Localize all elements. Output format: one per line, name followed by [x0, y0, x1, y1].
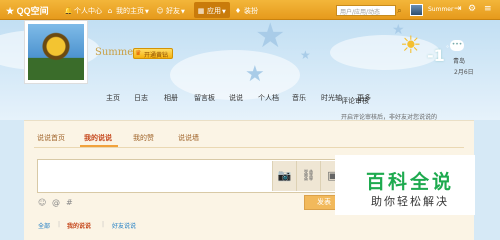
top-bar: ★ QQ空间 🔔个人中心 ⌂ 我的主页▼ ☺ 好友▼ ▦ 应用▼ ♦ 装扮 用户/应用/… — [0, 0, 500, 20]
friends-icon: ☺ — [156, 7, 164, 15]
nav-apps[interactable]: ▦ 应用▼ — [194, 2, 230, 18]
dressup-icon: ♦ — [234, 7, 242, 15]
nav-timeline[interactable]: 时光轴 — [321, 93, 342, 103]
menu-icon[interactable]: ≡ — [484, 4, 492, 14]
exit-icon[interactable]: ⇥ — [454, 4, 462, 14]
watermark-subtitle: 助你轻松解决 — [371, 195, 449, 208]
star-decoration: ★ — [255, 20, 286, 56]
nav-blog[interactable]: 日志 — [134, 93, 148, 103]
vip-button[interactable]: ♛ 开通黄钻 — [133, 48, 174, 59]
filter-friends[interactable]: 好友说说 — [112, 221, 136, 230]
comment-review-heading: 评论审核 — [341, 97, 369, 105]
nav-message-board[interactable]: 留言板 — [194, 93, 215, 103]
weather-city: 青岛 — [453, 58, 466, 65]
nav-my-home[interactable]: ⌂ 我的主页▼ — [106, 6, 149, 16]
top-username[interactable]: Summer — [428, 6, 453, 13]
camera-icon[interactable]: 📷 — [272, 161, 296, 191]
nav-dressup[interactable]: ♦ 装扮 — [234, 6, 258, 16]
nav-home[interactable]: 主页 — [106, 93, 120, 103]
tab-shuoshuo-home[interactable]: 说说首页 — [37, 133, 65, 143]
filter-mine[interactable]: 我的说说 — [67, 221, 91, 230]
apps-icon: ▦ — [197, 7, 205, 15]
profile-photo — [28, 24, 84, 80]
comment-review-text: 开启评论审核后，非好友对您说说的 — [341, 114, 438, 121]
weather-date: 2月6日 — [454, 69, 474, 76]
crown-icon: ♛ — [135, 49, 142, 57]
tab-shuoshuo-wall[interactable]: 说说墙 — [178, 133, 199, 143]
weather-temp: -1 — [427, 46, 445, 65]
watermark-title: 百科全说 — [366, 171, 455, 193]
nav-friends[interactable]: ☺ 好友▼ — [156, 6, 185, 16]
profile-username[interactable]: Summer — [95, 47, 138, 58]
settings-icon[interactable]: ⚙ — [468, 4, 476, 14]
avatar[interactable] — [410, 4, 423, 16]
mention-icon[interactable]: @ — [52, 198, 60, 207]
link-icon[interactable]: ⛓ — [296, 161, 320, 191]
nav-music[interactable]: 音乐 — [292, 93, 306, 103]
bell-icon: 🔔 — [64, 7, 73, 15]
chat-bubble-icon[interactable]: ••• — [450, 40, 464, 51]
home-icon: ⌂ — [107, 7, 113, 15]
emoji-icon[interactable]: ☺ — [38, 198, 46, 207]
nav-personal-center[interactable]: 🔔个人中心 — [64, 6, 102, 16]
nav-album[interactable]: 相册 — [164, 93, 178, 103]
tab-my-likes[interactable]: 我的赞 — [133, 133, 154, 143]
nav-profile[interactable]: 个人档 — [258, 93, 279, 103]
qzone-logo[interactable]: ★ QQ空间 — [6, 4, 49, 17]
search-input[interactable]: 用户/应用/动态 — [336, 5, 396, 16]
divider — [34, 147, 464, 148]
chevron-down-icon: ▼ — [181, 9, 185, 15]
tab-my-shuoshuo[interactable]: 我的说说 — [84, 133, 112, 143]
logo-text: QQ空间 — [16, 6, 49, 16]
sun-icon: ☀ — [400, 31, 422, 59]
hashtag-icon[interactable]: # — [66, 198, 73, 207]
chevron-down-icon: ▼ — [145, 9, 149, 15]
cloud-decoration — [330, 35, 440, 70]
profile-photo-card[interactable] — [24, 20, 88, 84]
search-icon[interactable]: ⌕ — [394, 5, 405, 16]
star-decoration: ★ — [300, 48, 311, 62]
star-icon: ★ — [6, 6, 15, 16]
nav-shuoshuo[interactable]: 说说 — [229, 93, 243, 103]
divider: | — [58, 221, 61, 228]
weather-degree: ° — [446, 45, 449, 52]
chevron-down-icon: ▼ — [222, 9, 226, 15]
filter-all[interactable]: 全部 — [38, 221, 50, 230]
divider: | — [102, 221, 105, 228]
star-decoration: ★ — [245, 62, 265, 87]
